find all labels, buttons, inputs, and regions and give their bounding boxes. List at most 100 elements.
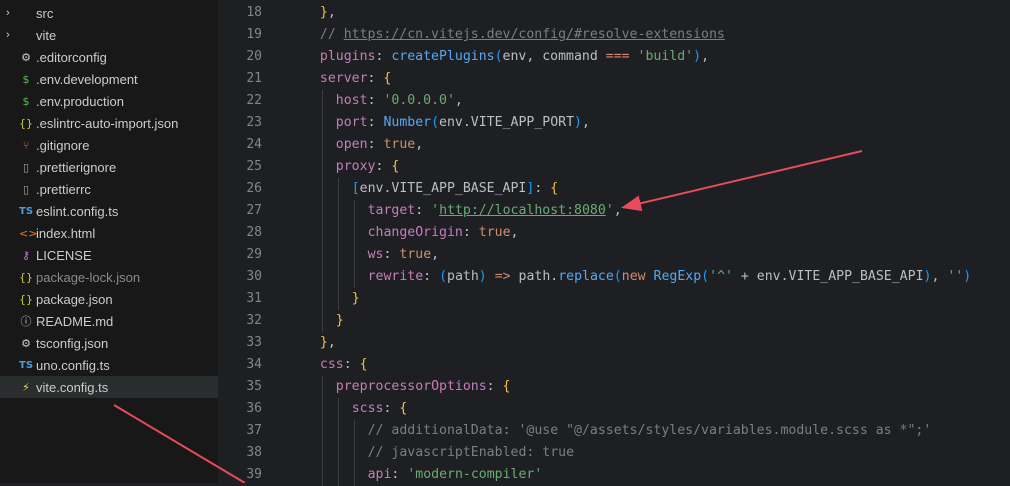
indent-guide bbox=[353, 200, 355, 288]
line-number: 35 bbox=[246, 379, 262, 394]
explorer-item-label: .eslintrc-auto-import.json bbox=[36, 115, 179, 131]
line-number: 26 bbox=[246, 181, 262, 196]
explorer-item[interactable]: $ .env.development bbox=[0, 68, 218, 90]
code-line[interactable]: // https://cn.vitejs.dev/config/#resolve… bbox=[320, 24, 725, 46]
code-editor[interactable]: },// https://cn.vitejs.dev/config/#resol… bbox=[298, 0, 1010, 486]
explorer-item-label: uno.config.ts bbox=[36, 357, 110, 373]
line-number-gutter: 18 19 20 21 22 23 24 25 26 27 28 29 30 31 32 33 34 35 36 37… bbox=[218, 0, 298, 483]
code-line[interactable]: port: Number(env.VITE_APP_PORT), bbox=[336, 112, 590, 134]
explorer-item[interactable]: ⑂ .gitignore bbox=[0, 134, 218, 156]
git-icon: ⑂ bbox=[22, 138, 30, 152]
line-number: 21 bbox=[246, 71, 262, 86]
explorer-item[interactable]: TS eslint.config.ts bbox=[0, 200, 218, 222]
chevron-right-icon: › bbox=[6, 29, 10, 41]
code-line[interactable]: changeOrigin: true, bbox=[368, 222, 519, 244]
code-line[interactable]: plugins: createPlugins(env, command === … bbox=[320, 46, 709, 68]
code-line[interactable]: rewrite: (path) => path.replace(new RegE… bbox=[368, 266, 972, 288]
indent-guide bbox=[321, 376, 323, 486]
explorer-item-label: .prettierignore bbox=[36, 159, 117, 175]
indent-guide bbox=[321, 90, 323, 332]
explorer-item-label: eslint.config.ts bbox=[36, 203, 119, 219]
code-line[interactable]: host: '0.0.0.0', bbox=[336, 90, 463, 112]
code-line[interactable]: ws: true, bbox=[368, 244, 440, 266]
explorer-item-label: src bbox=[36, 5, 54, 21]
gear-icon: ⚙ bbox=[21, 336, 31, 350]
indent-guide bbox=[337, 398, 339, 486]
line-number: 30 bbox=[246, 269, 262, 284]
explorer-item[interactable]: ⚷ LICENSE bbox=[0, 244, 218, 266]
explorer-item-label: .env.production bbox=[36, 93, 124, 109]
explorer-item-label: .gitignore bbox=[36, 137, 90, 153]
line-number: 36 bbox=[246, 401, 262, 416]
code-line[interactable]: [env.VITE_APP_BASE_API]: { bbox=[352, 178, 558, 200]
explorer-item[interactable]: › vite bbox=[0, 24, 218, 46]
explorer-item[interactable]: {} package.json bbox=[0, 288, 218, 310]
explorer-item[interactable]: <> index.html bbox=[0, 222, 218, 244]
explorer-item-label: README.md bbox=[36, 313, 114, 329]
line-number: 23 bbox=[246, 115, 262, 130]
line-number: 37 bbox=[246, 423, 262, 438]
explorer-item-label: vite bbox=[36, 27, 57, 43]
line-number: 22 bbox=[246, 93, 262, 108]
ts-icon: TS bbox=[19, 205, 34, 217]
file-explorer: › src › vite ⚙ .editorconfig $ .env.development… bbox=[0, 0, 218, 483]
chevron-right-icon: › bbox=[6, 7, 10, 19]
explorer-item[interactable]: ⓘ README.md bbox=[0, 310, 218, 332]
json-braces-icon: {} bbox=[19, 292, 33, 306]
code-line[interactable]: // additionalData: '@use "@/assets/style… bbox=[368, 420, 932, 442]
dollar-icon: $ bbox=[22, 72, 30, 86]
line-number: 34 bbox=[246, 357, 262, 372]
code-line[interactable]: scss: { bbox=[352, 398, 408, 420]
ts-icon: TS bbox=[19, 359, 34, 371]
indent-guide bbox=[353, 420, 355, 486]
code-line[interactable]: // javascriptEnabled: true bbox=[368, 442, 574, 464]
line-number: 31 bbox=[246, 291, 262, 306]
line-number: 27 bbox=[246, 203, 262, 218]
explorer-item[interactable]: ▯ .prettierignore bbox=[0, 156, 218, 178]
indent-guide bbox=[337, 178, 339, 310]
dollar-icon: $ bbox=[22, 94, 30, 108]
line-number: 38 bbox=[246, 445, 262, 460]
explorer-item-label: package-lock.json bbox=[36, 269, 141, 285]
code-line[interactable]: }, bbox=[320, 2, 336, 24]
info-icon: ⓘ bbox=[20, 315, 32, 328]
vite-bolt-icon: ⚡ bbox=[22, 380, 30, 394]
code-line[interactable]: proxy: { bbox=[336, 156, 400, 178]
explorer-item[interactable]: ⚡ vite.config.ts bbox=[0, 376, 218, 398]
json-braces-icon: {} bbox=[19, 116, 33, 130]
file-icon: ▯ bbox=[22, 160, 30, 174]
explorer-item-label: index.html bbox=[36, 225, 96, 241]
line-number: 18 bbox=[246, 5, 262, 20]
explorer-item-label: vite.config.ts bbox=[36, 379, 109, 395]
explorer-item-label: package.json bbox=[36, 291, 113, 307]
line-number: 32 bbox=[246, 313, 262, 328]
explorer-item[interactable]: $ .env.production bbox=[0, 90, 218, 112]
code-line[interactable]: preprocessorOptions: { bbox=[336, 376, 511, 398]
explorer-item[interactable]: {} .eslintrc-auto-import.json bbox=[0, 112, 218, 134]
code-line[interactable]: } bbox=[336, 310, 344, 332]
code-line[interactable]: open: true, bbox=[336, 134, 423, 156]
explorer-item[interactable]: ⚙ tsconfig.json bbox=[0, 332, 218, 354]
line-number: 25 bbox=[246, 159, 262, 174]
explorer-item-label: LICENSE bbox=[36, 247, 92, 263]
line-number: 20 bbox=[246, 49, 262, 64]
gear-icon: ⚙ bbox=[21, 50, 31, 64]
explorer-item[interactable]: ⚙ .editorconfig bbox=[0, 46, 218, 68]
explorer-item[interactable]: TS uno.config.ts bbox=[0, 354, 218, 376]
code-line[interactable]: server: { bbox=[320, 68, 391, 90]
html-icon: <> bbox=[19, 226, 38, 240]
line-number: 24 bbox=[246, 137, 262, 152]
json-braces-icon: {} bbox=[19, 270, 33, 284]
explorer-item-label: .editorconfig bbox=[36, 49, 107, 65]
key-icon: ⚷ bbox=[21, 248, 31, 262]
explorer-item[interactable]: ▯ .prettierrc bbox=[0, 178, 218, 200]
explorer-item-label: .env.development bbox=[36, 71, 138, 87]
code-line[interactable]: } bbox=[352, 288, 360, 310]
explorer-item[interactable]: {} package-lock.json bbox=[0, 266, 218, 288]
code-line[interactable]: css: { bbox=[320, 354, 368, 376]
line-number: 33 bbox=[246, 335, 262, 350]
file-icon: ▯ bbox=[22, 182, 30, 196]
code-line[interactable]: target: 'http://localhost:8080', bbox=[368, 200, 622, 222]
code-line[interactable]: }, bbox=[320, 332, 336, 354]
explorer-item[interactable]: › src bbox=[0, 2, 218, 24]
